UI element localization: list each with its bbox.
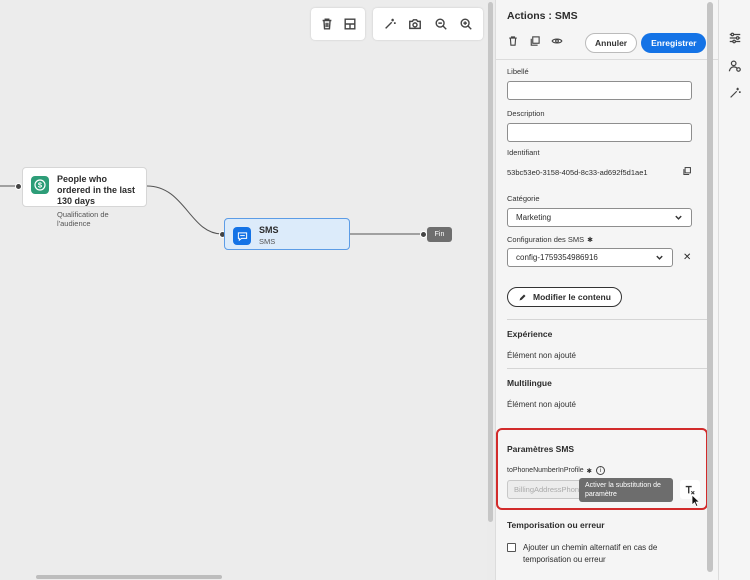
phone-param-label: toPhoneNumberInProfile <box>507 467 584 474</box>
journey-canvas[interactable]: $ People who ordered in the last 130 day… <box>0 0 487 580</box>
audience-node-subtitle: Qualification de l'audience <box>57 210 109 228</box>
categorie-label: Catégorie <box>507 194 540 203</box>
audience-node[interactable]: $ People who ordered in the last 130 day… <box>22 167 147 228</box>
parameter-substitution-tooltip: Activer la substitution de paramètre <box>579 478 673 502</box>
experience-value: Élément non ajouté <box>507 351 576 360</box>
timeout-checkbox[interactable] <box>507 543 516 552</box>
config-label: Configuration des SMS <box>507 235 585 244</box>
libelle-label: Libellé <box>507 67 529 76</box>
copy-icon[interactable] <box>682 163 692 181</box>
info-icon[interactable]: i <box>596 466 606 475</box>
sms-node[interactable]: SMS SMS <box>224 218 350 250</box>
timeout-checkbox-label: Ajouter un chemin alternatif en cas de t… <box>523 543 658 564</box>
divider <box>507 368 707 369</box>
identifiant-value: 53bc53e0-3158-405d-8c33-ad692f5d1ae1 <box>507 167 648 177</box>
save-button[interactable]: Enregistrer <box>641 33 707 53</box>
mouse-cursor-icon <box>691 494 701 507</box>
identifiant-label: Identifiant <box>507 148 540 157</box>
delete-icon[interactable] <box>507 34 519 52</box>
chevron-down-icon <box>656 255 663 260</box>
multilingue-value: Élément non ajouté <box>507 400 576 409</box>
description-input[interactable] <box>507 123 692 142</box>
panel-header: Actions : SMS Annuler Enregistrer <box>496 0 718 60</box>
pencil-icon <box>519 294 526 300</box>
sms-chat-icon <box>233 227 251 245</box>
edit-content-label: Modifier le contenu <box>533 292 611 302</box>
divider <box>507 319 707 320</box>
canvas-horizontal-scrollbar[interactable] <box>36 575 222 579</box>
settings-sliders-icon[interactable] <box>728 31 742 45</box>
libelle-input[interactable] <box>507 81 692 100</box>
edit-content-button[interactable]: Modifier le contenu <box>507 287 622 307</box>
svg-text:$: $ <box>38 181 43 190</box>
panel-title: Actions : SMS <box>507 10 578 22</box>
required-asterisk-icon: ✱ <box>587 236 593 244</box>
right-rail <box>718 0 750 580</box>
audience-node-title: People who ordered in the last 130 days <box>57 174 136 206</box>
panel-scrollbar[interactable] <box>707 2 713 572</box>
required-asterisk-icon: ✱ <box>586 467 593 475</box>
preview-eye-icon[interactable] <box>551 34 563 52</box>
end-node-in-port[interactable] <box>420 231 427 238</box>
user-settings-icon[interactable] <box>728 59 742 73</box>
end-node[interactable]: Fin <box>427 227 452 242</box>
sms-node-title: SMS <box>259 225 279 235</box>
sms-params-title: Paramètres SMS <box>507 444 575 454</box>
description-label: Description <box>507 109 545 118</box>
config-value: config-1759354986916 <box>516 253 598 262</box>
categorie-select[interactable]: Marketing <box>507 208 692 227</box>
audience-dollar-icon: $ <box>31 176 49 194</box>
categorie-value: Marketing <box>516 213 552 222</box>
connector-lines <box>0 185 425 235</box>
sms-node-subtitle: SMS <box>259 237 276 246</box>
chevron-down-icon <box>675 215 682 220</box>
config-select[interactable]: config-1759354986916 <box>507 248 673 267</box>
multilingue-title: Multilingue <box>507 378 552 388</box>
clear-close-icon[interactable]: ✕ <box>683 252 691 263</box>
duplicate-icon[interactable] <box>529 34 541 52</box>
canvas-vertical-scrollbar[interactable] <box>488 2 493 522</box>
experience-title: Expérience <box>507 329 553 339</box>
timeout-title: Temporisation ou erreur <box>507 520 605 530</box>
audience-node-in-port[interactable] <box>15 183 22 190</box>
cancel-button[interactable]: Annuler <box>585 33 638 53</box>
magic-wand-icon[interactable] <box>728 86 742 100</box>
